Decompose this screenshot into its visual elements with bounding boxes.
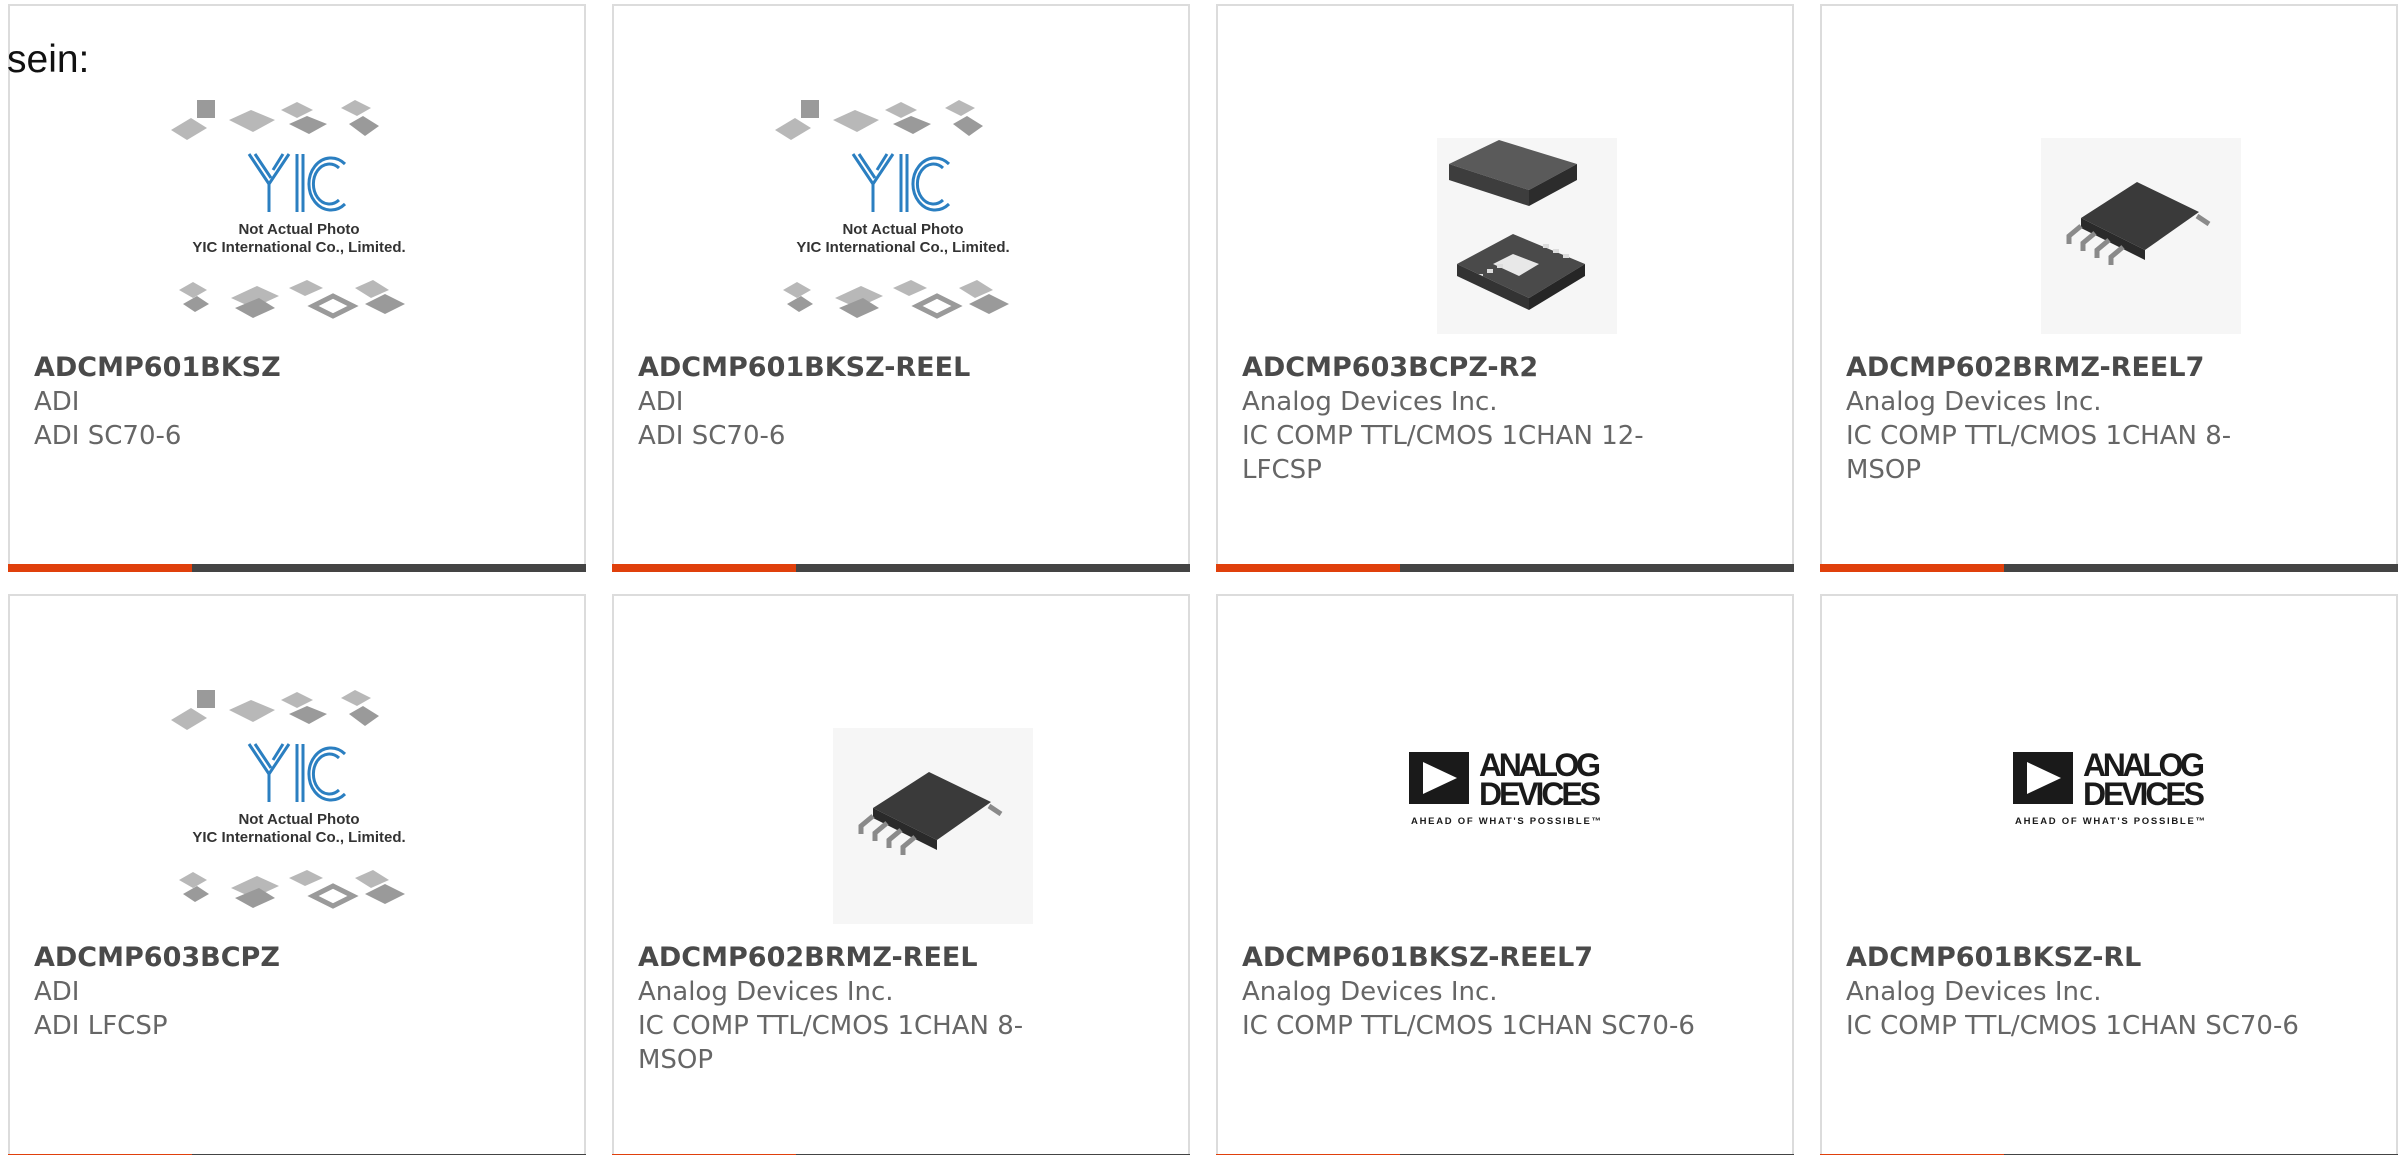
placeholder-line2: YIC International Co., Limited. (192, 239, 405, 256)
part-number-link[interactable]: ADCMP601BKSZ-REEL (638, 351, 1098, 385)
product-card[interactable]: ADCMP602BRMZ-REEL7 Analog Devices Inc. IC … (1820, 4, 2398, 572)
svg-text:AHEAD OF WHAT'S POSSIBLE™: AHEAD OF WHAT'S POSSIBLE™ (2015, 816, 2205, 827)
product-description: ADI SC70-6 (34, 421, 182, 451)
product-card[interactable]: Not Actual Photo YIC International Co., L… (8, 594, 586, 1155)
placeholder-line2: YIC International Co., Limited. (192, 829, 405, 846)
part-number-link[interactable]: ADCMP603BCPZ-R2 (1242, 351, 1702, 385)
product-info: ADCMP602BRMZ-REEL Analog Devices Inc. IC C… (638, 941, 1098, 1077)
card-accent-bar (1820, 564, 2004, 572)
svg-text:AHEAD OF WHAT'S POSSIBLE™: AHEAD OF WHAT'S POSSIBLE™ (1411, 816, 1601, 827)
product-description: IC COMP TTL/CMOS 1CHAN SC70-6 (1846, 1011, 2299, 1041)
placeholder-line2: YIC International Co., Limited. (796, 239, 1009, 256)
product-description: IC COMP TTL/CMOS 1CHAN SC70-6 (1242, 1011, 1695, 1041)
placeholder-line1: Not Actual Photo (238, 221, 359, 238)
product-image-placeholder[interactable]: Not Actual Photo YIC International Co., L… (165, 94, 433, 334)
product-info: ADCMP601BKSZ ADI ADI SC70-6 (34, 351, 494, 453)
product-description: ADI SC70-6 (638, 421, 786, 451)
product-description: IC COMP TTL/CMOS 1CHAN 12-LFCSP (1242, 421, 1644, 485)
product-image-lfcsp-chip[interactable] (1373, 94, 1641, 334)
manufacturer-label: Analog Devices Inc. (1242, 387, 1498, 417)
part-number-link[interactable]: ADCMP601BKSZ-REEL7 (1242, 941, 1702, 975)
svg-text:DEVICES: DEVICES (2083, 776, 2205, 812)
product-info: ADCMP601BKSZ-RL Analog Devices Inc. IC COM… (1846, 941, 2306, 1043)
card-bottom-bar (1216, 564, 1794, 572)
product-info: ADCMP602BRMZ-REEL7 Analog Devices Inc. IC … (1846, 351, 2306, 487)
svg-text:DEVICES: DEVICES (1479, 776, 1601, 812)
product-card[interactable]: ANALOG DEVICES AHEAD OF WHAT'S POSSIBLE™ AD… (1216, 594, 1794, 1155)
product-description: IC COMP TTL/CMOS 1CHAN 8-MSOP (1846, 421, 2232, 485)
product-card[interactable]: Not Actual Photo YIC International Co., L… (612, 4, 1190, 572)
product-card[interactable]: ANALOG DEVICES AHEAD OF WHAT'S POSSIBLE™ AD… (1820, 594, 2398, 1155)
manufacturer-label: Analog Devices Inc. (1846, 387, 2102, 417)
product-image-msop-chip[interactable] (1977, 94, 2245, 334)
product-card[interactable]: Not Actual Photo YIC International Co., L… (8, 4, 586, 572)
card-bottom-bar (8, 564, 586, 572)
manufacturer-label: Analog Devices Inc. (1846, 977, 2102, 1007)
placeholder-line1: Not Actual Photo (238, 811, 359, 828)
part-number-link[interactable]: ADCMP602BRMZ-REEL7 (1846, 351, 2306, 385)
product-info: ADCMP603BCPZ-R2 Analog Devices Inc. IC COM… (1242, 351, 1702, 487)
analog-devices-logo[interactable]: ANALOG DEVICES AHEAD OF WHAT'S POSSIBLE™ (1977, 684, 2245, 924)
product-image-msop-chip[interactable] (769, 684, 1037, 924)
card-accent-bar (612, 564, 796, 572)
manufacturer-label: Analog Devices Inc. (1242, 977, 1498, 1007)
product-description: ADI LFCSP (34, 1011, 168, 1041)
manufacturer-label: ADI (638, 387, 684, 417)
part-number-link[interactable]: ADCMP602BRMZ-REEL (638, 941, 1098, 975)
analog-devices-logo[interactable]: ANALOG DEVICES AHEAD OF WHAT'S POSSIBLE™ (1373, 684, 1641, 924)
part-number-link[interactable]: ADCMP601BKSZ-RL (1846, 941, 2306, 975)
intro-text: sein: (7, 38, 90, 81)
product-card[interactable]: ADCMP603BCPZ-R2 Analog Devices Inc. IC COM… (1216, 4, 1794, 572)
card-accent-bar (1216, 564, 1400, 572)
product-grid: Not Actual Photo YIC International Co., L… (8, 4, 2400, 1155)
product-card[interactable]: ADCMP602BRMZ-REEL Analog Devices Inc. IC C… (612, 594, 1190, 1155)
card-bottom-bar (612, 564, 1190, 572)
product-grid-page: sein: Not Actual Photo YIC International … (0, 0, 2400, 1155)
card-bottom-bar (1820, 564, 2398, 572)
product-info: ADCMP603BCPZ ADI ADI LFCSP (34, 941, 494, 1043)
manufacturer-label: ADI (34, 387, 80, 417)
card-accent-bar (8, 564, 192, 572)
product-image-placeholder[interactable]: Not Actual Photo YIC International Co., L… (769, 94, 1037, 334)
product-info: ADCMP601BKSZ-REEL ADI ADI SC70-6 (638, 351, 1098, 453)
product-image-placeholder[interactable]: Not Actual Photo YIC International Co., L… (165, 684, 433, 924)
part-number-link[interactable]: ADCMP603BCPZ (34, 941, 494, 975)
product-description: IC COMP TTL/CMOS 1CHAN 8-MSOP (638, 1011, 1024, 1075)
manufacturer-label: ADI (34, 977, 80, 1007)
manufacturer-label: Analog Devices Inc. (638, 977, 894, 1007)
placeholder-line1: Not Actual Photo (842, 221, 963, 238)
part-number-link[interactable]: ADCMP601BKSZ (34, 351, 494, 385)
product-info: ADCMP601BKSZ-REEL7 Analog Devices Inc. IC … (1242, 941, 1702, 1043)
